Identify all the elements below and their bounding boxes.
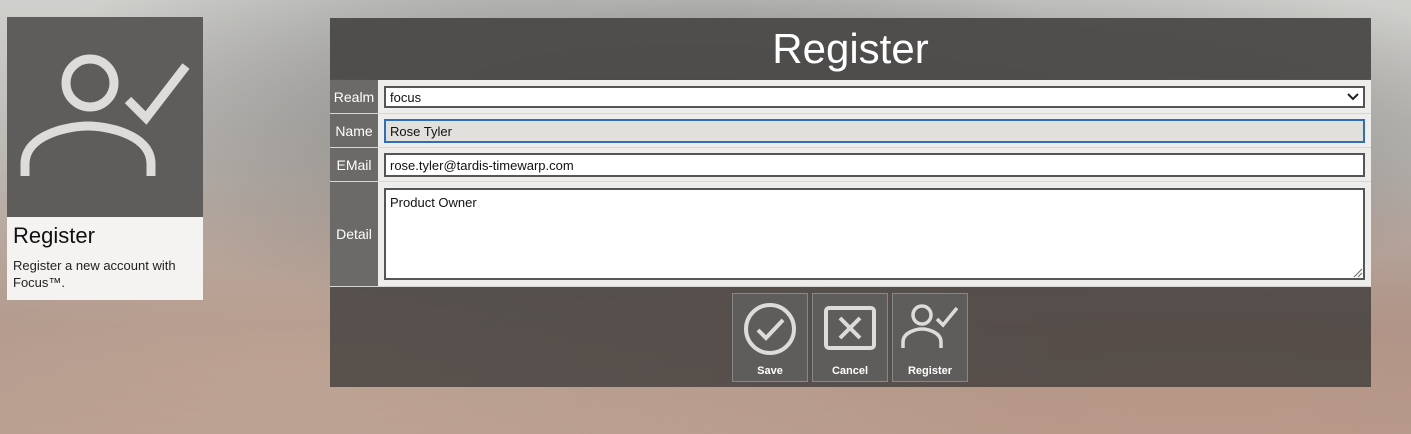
register-tile[interactable]: Register Register a new account with Foc…: [7, 17, 203, 300]
form-title: Register: [772, 24, 929, 72]
cancel-button[interactable]: Cancel: [812, 293, 888, 382]
action-buttons: Save Cancel Register: [732, 293, 968, 382]
register-button-label: Register: [907, 365, 953, 377]
cancel-button-label: Cancel: [831, 365, 869, 377]
save-button[interactable]: Save: [732, 293, 808, 382]
save-button-label: Save: [757, 365, 783, 377]
name-row: Name Rose Tyler: [330, 114, 1371, 148]
name-label: Name: [330, 114, 378, 147]
realm-field-cell: focus: [378, 80, 1371, 113]
check-circle-icon: [744, 303, 796, 355]
detail-row: Detail Product Owner: [330, 182, 1371, 287]
realm-row: Realm focus: [330, 80, 1371, 114]
detail-field-cell: Product Owner: [378, 182, 1371, 286]
realm-label: Realm: [330, 80, 378, 113]
resize-grip-icon[interactable]: [1353, 268, 1363, 278]
register-form-panel: Register Realm focus Name Rose Tyler EMa…: [330, 18, 1371, 387]
user-check-icon: [901, 304, 959, 348]
realm-select[interactable]: focus: [384, 86, 1365, 108]
name-input[interactable]: Rose Tyler: [384, 119, 1365, 143]
detail-label: Detail: [330, 182, 378, 286]
realm-select-value: focus: [390, 89, 422, 105]
name-field-cell: Rose Tyler: [378, 114, 1371, 147]
email-input[interactable]: rose.tyler@tardis-timewarp.com: [384, 153, 1365, 177]
chevron-down-icon: [1347, 93, 1359, 101]
user-check-icon: [20, 54, 190, 176]
email-field-cell: rose.tyler@tardis-timewarp.com: [378, 148, 1371, 181]
email-row: EMail rose.tyler@tardis-timewarp.com: [330, 148, 1371, 182]
register-button[interactable]: Register: [892, 293, 968, 382]
detail-textarea[interactable]: Product Owner: [384, 188, 1365, 280]
form-header: Register: [330, 18, 1371, 79]
close-box-icon: [824, 306, 876, 350]
tile-title: Register: [13, 223, 95, 248]
tile-body: Register Register a new account with Foc…: [7, 217, 203, 300]
tile-description: Register a new account with Focus™.: [13, 258, 176, 290]
tile-icon-area: [7, 17, 203, 217]
email-label: EMail: [330, 148, 378, 181]
